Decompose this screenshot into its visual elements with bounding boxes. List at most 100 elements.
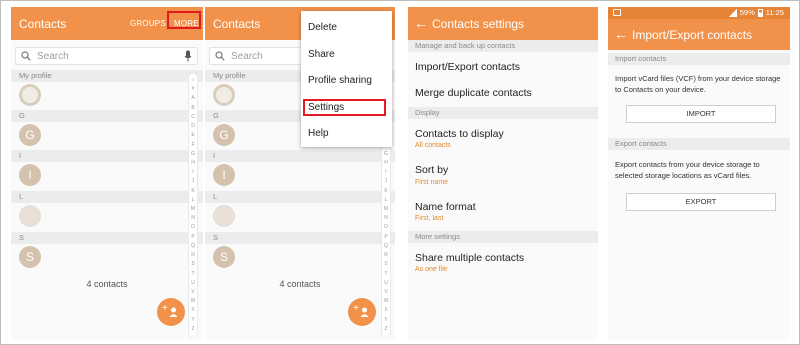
index-letter[interactable]: Q xyxy=(382,243,390,249)
index-letter[interactable]: O xyxy=(382,224,390,230)
status-bar: 59% 11:25 xyxy=(608,7,790,19)
index-letter[interactable]: R xyxy=(189,252,197,258)
groups-button[interactable]: GROUPS xyxy=(130,19,166,28)
index-letter[interactable]: W xyxy=(382,298,390,304)
index-letter[interactable]: Y xyxy=(382,317,390,323)
add-contact-button[interactable]: + xyxy=(348,298,376,326)
index-letter[interactable]: S xyxy=(189,261,197,267)
import-export-screen: 59% 11:25 ← Import/Export contacts Impor… xyxy=(608,7,790,340)
index-letter[interactable]: K xyxy=(382,188,390,194)
avatar: G xyxy=(19,124,41,146)
microphone-icon[interactable] xyxy=(184,50,192,62)
index-letter[interactable]: I xyxy=(189,169,197,175)
index-letter[interactable]: I xyxy=(382,169,390,175)
import-description: Import vCard files (VCF) from your devic… xyxy=(615,74,781,94)
index-letter[interactable]: P xyxy=(189,234,197,240)
battery-icon xyxy=(757,8,763,17)
contact-row[interactable]: S xyxy=(205,245,395,270)
index-letter[interactable]: A xyxy=(189,95,197,101)
alphabet-index-bar[interactable]: ☆#ABCDEFGHIJKLMNOPQRSTUVWXYZ xyxy=(188,73,198,338)
index-letter[interactable]: X xyxy=(382,307,390,313)
section-header-i: I xyxy=(205,150,395,162)
menu-item-profile-sharing[interactable]: Profile sharing xyxy=(308,75,372,86)
section-header-manage: Manage and back up contacts xyxy=(408,40,598,52)
notification-icon xyxy=(613,9,621,16)
index-letter[interactable]: H xyxy=(382,160,390,166)
section-header-export: Export contacts xyxy=(608,138,790,150)
setting-import-export[interactable]: Import/Export contacts xyxy=(415,61,520,73)
section-header-my-profile: My profile xyxy=(11,70,203,82)
index-letter[interactable]: D xyxy=(189,123,197,129)
setting-contacts-to-display-value: All contacts xyxy=(415,142,451,149)
index-letter[interactable]: C xyxy=(189,114,197,120)
menu-item-share[interactable]: Share xyxy=(308,49,335,60)
contact-row[interactable]: S xyxy=(11,245,203,270)
index-letter[interactable]: L xyxy=(382,197,390,203)
profile-avatar xyxy=(19,84,41,106)
contact-row[interactable] xyxy=(11,204,203,229)
menu-item-delete[interactable]: Delete xyxy=(308,22,337,33)
section-header-i: I xyxy=(11,150,203,162)
index-letter[interactable]: N xyxy=(382,215,390,221)
index-letter[interactable]: T xyxy=(382,271,390,277)
index-letter[interactable]: Z xyxy=(382,326,390,332)
export-button[interactable]: EXPORT xyxy=(626,193,776,211)
contact-row[interactable]: G xyxy=(11,123,203,148)
index-letter[interactable]: O xyxy=(189,224,197,230)
avatar: G xyxy=(213,124,235,146)
index-letter[interactable]: X xyxy=(189,307,197,313)
index-letter[interactable]: K xyxy=(189,188,197,194)
section-header-more-settings: More settings xyxy=(408,231,598,243)
setting-share-multiple-value: As one file xyxy=(415,266,448,273)
contact-row[interactable]: I xyxy=(11,163,203,188)
index-letter[interactable]: Y xyxy=(189,317,197,323)
back-arrow-icon[interactable]: ← xyxy=(614,25,628,43)
add-contact-button[interactable]: + xyxy=(157,298,185,326)
index-letter[interactable]: M xyxy=(382,206,390,212)
index-letter[interactable]: G xyxy=(382,151,390,157)
index-letter[interactable]: S xyxy=(382,261,390,267)
index-letter[interactable]: E xyxy=(189,132,197,138)
index-letter[interactable]: F xyxy=(189,142,197,148)
index-letter[interactable]: Z xyxy=(189,326,197,332)
import-button[interactable]: IMPORT xyxy=(626,105,776,123)
person-icon xyxy=(169,307,178,317)
index-letter[interactable]: # xyxy=(189,86,197,92)
index-letter[interactable]: L xyxy=(189,197,197,203)
search-placeholder: Search xyxy=(37,51,69,62)
index-letter[interactable]: N xyxy=(189,215,197,221)
index-letter[interactable]: W xyxy=(189,298,197,304)
index-letter[interactable]: M xyxy=(189,206,197,212)
index-letter[interactable]: T xyxy=(189,271,197,277)
index-letter[interactable]: B xyxy=(189,105,197,111)
setting-name-format-value: First, last xyxy=(415,215,444,222)
contact-row[interactable]: I xyxy=(205,163,395,188)
setting-contacts-to-display[interactable]: Contacts to display xyxy=(415,128,504,140)
setting-share-multiple[interactable]: Share multiple contacts xyxy=(415,252,524,264)
app-title: Import/Export contacts xyxy=(632,28,753,42)
index-letter[interactable]: Q xyxy=(189,243,197,249)
back-arrow-icon[interactable]: ← xyxy=(414,14,428,32)
index-letter[interactable]: R xyxy=(382,252,390,258)
index-letter[interactable]: P xyxy=(382,234,390,240)
profile-row[interactable] xyxy=(11,83,203,108)
setting-merge-duplicates[interactable]: Merge duplicate contacts xyxy=(415,87,532,99)
section-header-display: Display xyxy=(408,107,598,119)
contact-row[interactable] xyxy=(205,204,395,229)
index-letter[interactable]: ☆ xyxy=(189,77,197,83)
avatar xyxy=(213,205,235,227)
index-letter[interactable]: J xyxy=(382,178,390,184)
index-letter[interactable]: H xyxy=(189,160,197,166)
index-letter[interactable]: J xyxy=(189,178,197,184)
setting-name-format[interactable]: Name format xyxy=(415,201,476,213)
index-letter[interactable]: V xyxy=(382,289,390,295)
setting-sort-by[interactable]: Sort by xyxy=(415,164,448,176)
index-letter[interactable]: G xyxy=(189,151,197,157)
index-letter[interactable]: V xyxy=(189,289,197,295)
search-input[interactable]: Search xyxy=(15,47,198,65)
section-header-l: L xyxy=(11,191,203,203)
avatar: S xyxy=(19,246,41,268)
app-bar: ← Contacts settings xyxy=(408,7,598,40)
menu-item-help[interactable]: Help xyxy=(308,128,329,139)
battery-percent: 59% xyxy=(739,8,755,17)
